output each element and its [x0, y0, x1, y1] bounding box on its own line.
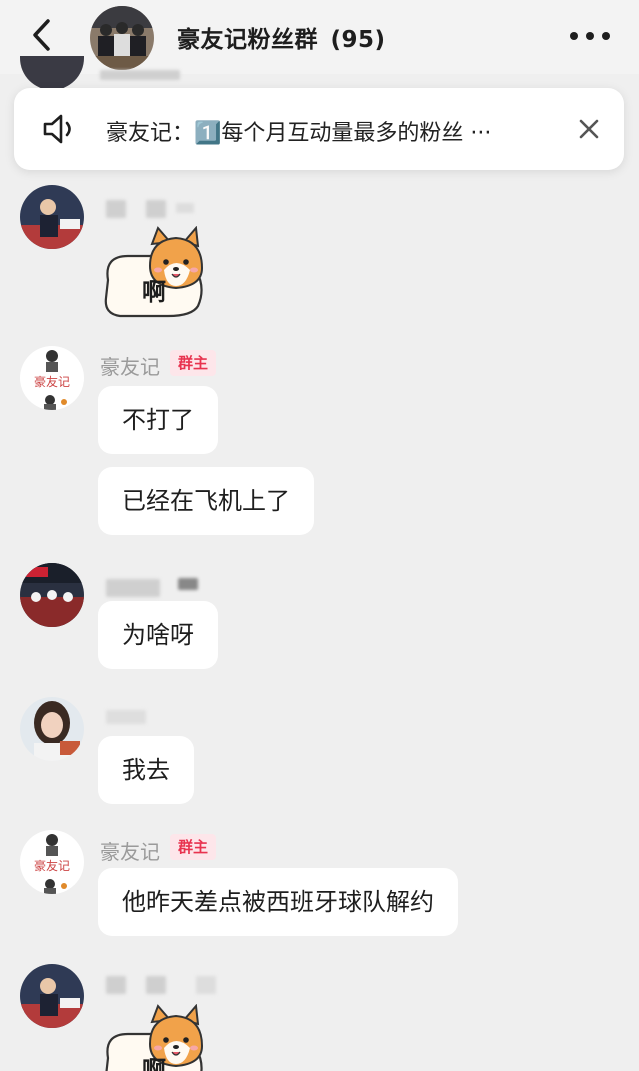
- avatar[interactable]: [20, 56, 84, 90]
- avatar[interactable]: [20, 964, 84, 1028]
- svg-text:豪友记: 豪友记: [34, 374, 70, 389]
- corgi-sticker[interactable]: 啊: [98, 1004, 210, 1071]
- announcement-text: 豪友记：1️⃣每个月互动量最多的粉丝 ···: [106, 121, 492, 146]
- more-dot-icon: [570, 32, 578, 40]
- member-count: (95): [330, 27, 386, 53]
- avatar[interactable]: [20, 185, 84, 249]
- avatar[interactable]: [20, 697, 84, 761]
- close-icon: [579, 119, 599, 139]
- blurred-username: [100, 70, 180, 80]
- announcement-banner[interactable]: 豪友记：1️⃣每个月互动量最多的粉丝 ···: [14, 88, 624, 170]
- group-name: 豪友记粉丝群: [177, 27, 318, 53]
- blurred-username: [178, 578, 198, 590]
- speaker-icon: [43, 114, 71, 144]
- message-bubble[interactable]: 他昨天差点被西班牙球队解约: [98, 868, 458, 936]
- avatar[interactable]: 豪友记: [20, 830, 84, 894]
- chat-title: 豪友记粉丝群 (95): [177, 20, 386, 54]
- more-dot-icon: [586, 32, 594, 40]
- more-dot-icon: [602, 32, 610, 40]
- blurred-username: [176, 203, 194, 213]
- message-bubble[interactable]: 已经在飞机上了: [98, 467, 314, 535]
- blurred-username: [106, 200, 126, 218]
- blurred-username: [106, 710, 146, 724]
- chat-header: 豪友记粉丝群 (95): [0, 0, 639, 74]
- blurred-username: [146, 976, 166, 994]
- message-bubble[interactable]: 我去: [98, 736, 194, 804]
- sticker-text: 啊: [142, 1056, 166, 1071]
- owner-badge: 群主: [170, 834, 217, 860]
- sender-name: 豪友记: [100, 355, 160, 379]
- avatar[interactable]: 豪友记: [20, 346, 84, 410]
- blurred-username: [196, 976, 216, 994]
- close-announcement-button[interactable]: [574, 114, 604, 144]
- blurred-username: [106, 976, 126, 994]
- svg-text:豪友记: 豪友记: [34, 858, 70, 873]
- corgi-sticker[interactable]: 啊: [98, 225, 210, 320]
- chevron-left-icon: [33, 19, 50, 51]
- message-bubble[interactable]: 为啥呀: [98, 601, 218, 669]
- sender-name: 豪友记: [100, 840, 160, 864]
- sticker-text: 啊: [142, 278, 166, 306]
- more-options-button[interactable]: [566, 22, 614, 50]
- blurred-username: [146, 200, 166, 218]
- blurred-username: [106, 579, 160, 597]
- back-button[interactable]: [28, 17, 56, 53]
- group-avatar[interactable]: [90, 6, 154, 70]
- owner-badge: 群主: [170, 350, 217, 376]
- avatar[interactable]: [20, 563, 84, 627]
- message-bubble[interactable]: 不打了: [98, 386, 218, 454]
